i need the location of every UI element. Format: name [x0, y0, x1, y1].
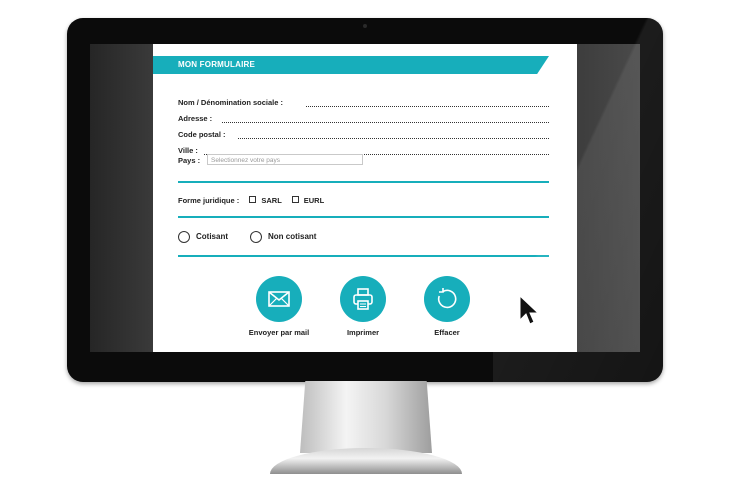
sarl-checkbox[interactable] [249, 196, 257, 203]
camera-dot [363, 24, 367, 28]
field-address-label: Adresse : [178, 114, 213, 123]
printer-icon [353, 288, 373, 310]
mail-icon [268, 291, 290, 307]
send-mail-circle[interactable] [256, 276, 302, 322]
print-circle[interactable] [340, 276, 386, 322]
send-mail-label: Envoyer par mail [248, 328, 310, 337]
legal-form-row: Forme juridique : SARL EURL [178, 196, 324, 205]
country-select[interactable]: Selectionnez votre pays [207, 154, 363, 165]
radio-cotisant-label: Cotisant [196, 232, 228, 242]
radio-non-cotisant[interactable]: Non cotisant [250, 231, 316, 243]
monitor-base [270, 448, 462, 474]
send-mail-button[interactable]: Envoyer par mail [239, 276, 319, 337]
form-title: MON FORMULAIRE [178, 60, 256, 69]
monitor-stand [300, 381, 432, 453]
reset-icon [437, 288, 457, 309]
field-name-label: Nom / Dénomination sociale : [178, 98, 284, 107]
form-title-banner: MON FORMULAIRE [153, 56, 549, 74]
eurl-checkbox[interactable] [291, 196, 299, 203]
clear-circle[interactable] [424, 276, 470, 322]
field-city-label: Ville : [178, 146, 198, 155]
monitor-bezel: MON FORMULAIRE Nom / Dénomination social… [67, 18, 663, 382]
radio-non-cotisant-label: Non cotisant [268, 232, 317, 242]
radio-cotisant[interactable]: Cotisant [178, 231, 228, 243]
field-postal-code-label: Code postal : [178, 130, 226, 139]
print-label: Imprimer [346, 328, 380, 337]
radio-non-cotisant-circle[interactable] [250, 231, 262, 243]
country-label: Pays : [178, 156, 201, 165]
legal-form-label: Forme juridique : [178, 196, 240, 205]
clear-label: Effacer [434, 328, 460, 337]
radio-cotisant-circle[interactable] [178, 231, 190, 243]
print-button[interactable]: Imprimer [323, 276, 403, 337]
clear-button[interactable]: Effacer [407, 276, 487, 337]
eurl-label: EURL [303, 196, 325, 205]
sarl-label: SARL [261, 196, 282, 205]
